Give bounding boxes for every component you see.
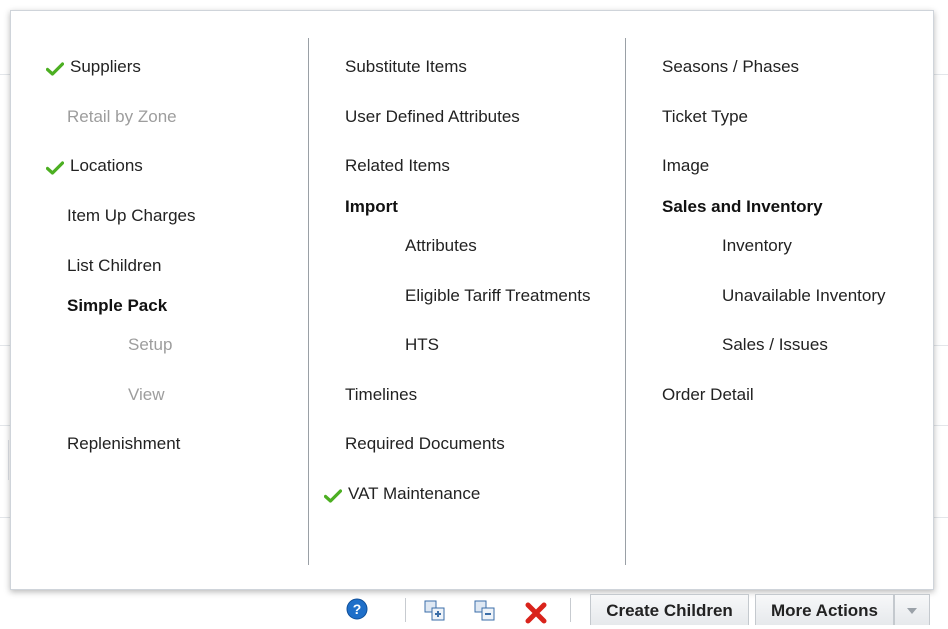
- more-actions-dropdown[interactable]: [894, 594, 930, 625]
- menu-item-simple-pack-view: View: [128, 385, 165, 404]
- menu-item-substitute-items[interactable]: Substitute Items: [345, 57, 467, 77]
- menu-item-vat-maintenance[interactable]: VAT Maintenance: [348, 484, 480, 504]
- menu-item-import-attributes[interactable]: Attributes: [405, 236, 477, 256]
- more-actions-button[interactable]: More Actions: [755, 594, 894, 625]
- menu-item-retail-by-zone: Retail by Zone: [67, 107, 177, 126]
- menu-item-seasons-phases[interactable]: Seasons / Phases: [662, 57, 799, 77]
- menu-item-hts[interactable]: HTS: [405, 335, 439, 355]
- menu-item-related-items[interactable]: Related Items: [345, 156, 450, 176]
- menu-item-eligible-tariff-treatments[interactable]: Eligible Tariff Treatments: [405, 286, 591, 306]
- delete-icon[interactable]: [525, 602, 547, 624]
- menu-item-replenishment[interactable]: Replenishment: [67, 434, 180, 454]
- create-children-button[interactable]: Create Children: [590, 594, 749, 625]
- menu-item-user-defined-attributes[interactable]: User Defined Attributes: [345, 107, 520, 127]
- menu-item-timelines[interactable]: Timelines: [345, 385, 417, 405]
- menu-item-suppliers[interactable]: Suppliers: [70, 57, 141, 77]
- check-icon: [46, 62, 64, 76]
- collapse-all-icon[interactable]: [474, 600, 496, 622]
- menu-item-list-children[interactable]: List Children: [67, 256, 162, 276]
- menu-item-ticket-type[interactable]: Ticket Type: [662, 107, 748, 127]
- menu-item-order-detail[interactable]: Order Detail: [662, 385, 754, 405]
- toolbar-separator: [405, 598, 406, 622]
- check-icon: [324, 489, 342, 503]
- expand-all-icon[interactable]: [424, 600, 446, 622]
- menu-item-simple-pack-setup: Setup: [128, 335, 173, 354]
- menu-item-image[interactable]: Image: [662, 156, 709, 176]
- menu-item-locations[interactable]: Locations: [70, 156, 143, 176]
- menu-item-item-up-charges[interactable]: Item Up Charges: [67, 206, 196, 226]
- menu-item-sales-issues[interactable]: Sales / Issues: [722, 335, 828, 355]
- toolbar-separator: [570, 598, 571, 622]
- menu-item-required-documents[interactable]: Required Documents: [345, 434, 505, 454]
- background-line: [8, 440, 9, 480]
- help-icon[interactable]: ?: [346, 598, 368, 620]
- menu-item-unavailable-inventory[interactable]: Unavailable Inventory: [722, 286, 885, 306]
- check-icon: [46, 161, 64, 175]
- bottom-toolbar: ? Create Children More Actions: [0, 592, 948, 625]
- menu-heading-simple-pack: Simple Pack: [67, 296, 168, 315]
- menu-heading-import: Import: [345, 197, 398, 216]
- dropdown-arrow-icon: [907, 608, 917, 614]
- column-divider: [625, 38, 626, 565]
- menu-item-inventory[interactable]: Inventory: [722, 236, 792, 256]
- svg-text:?: ?: [353, 601, 362, 617]
- actions-menu-popup: Suppliers Retail by Zone Locations Item …: [10, 10, 934, 590]
- menu-heading-sales-and-inventory: Sales and Inventory: [662, 197, 823, 216]
- column-divider: [308, 38, 309, 565]
